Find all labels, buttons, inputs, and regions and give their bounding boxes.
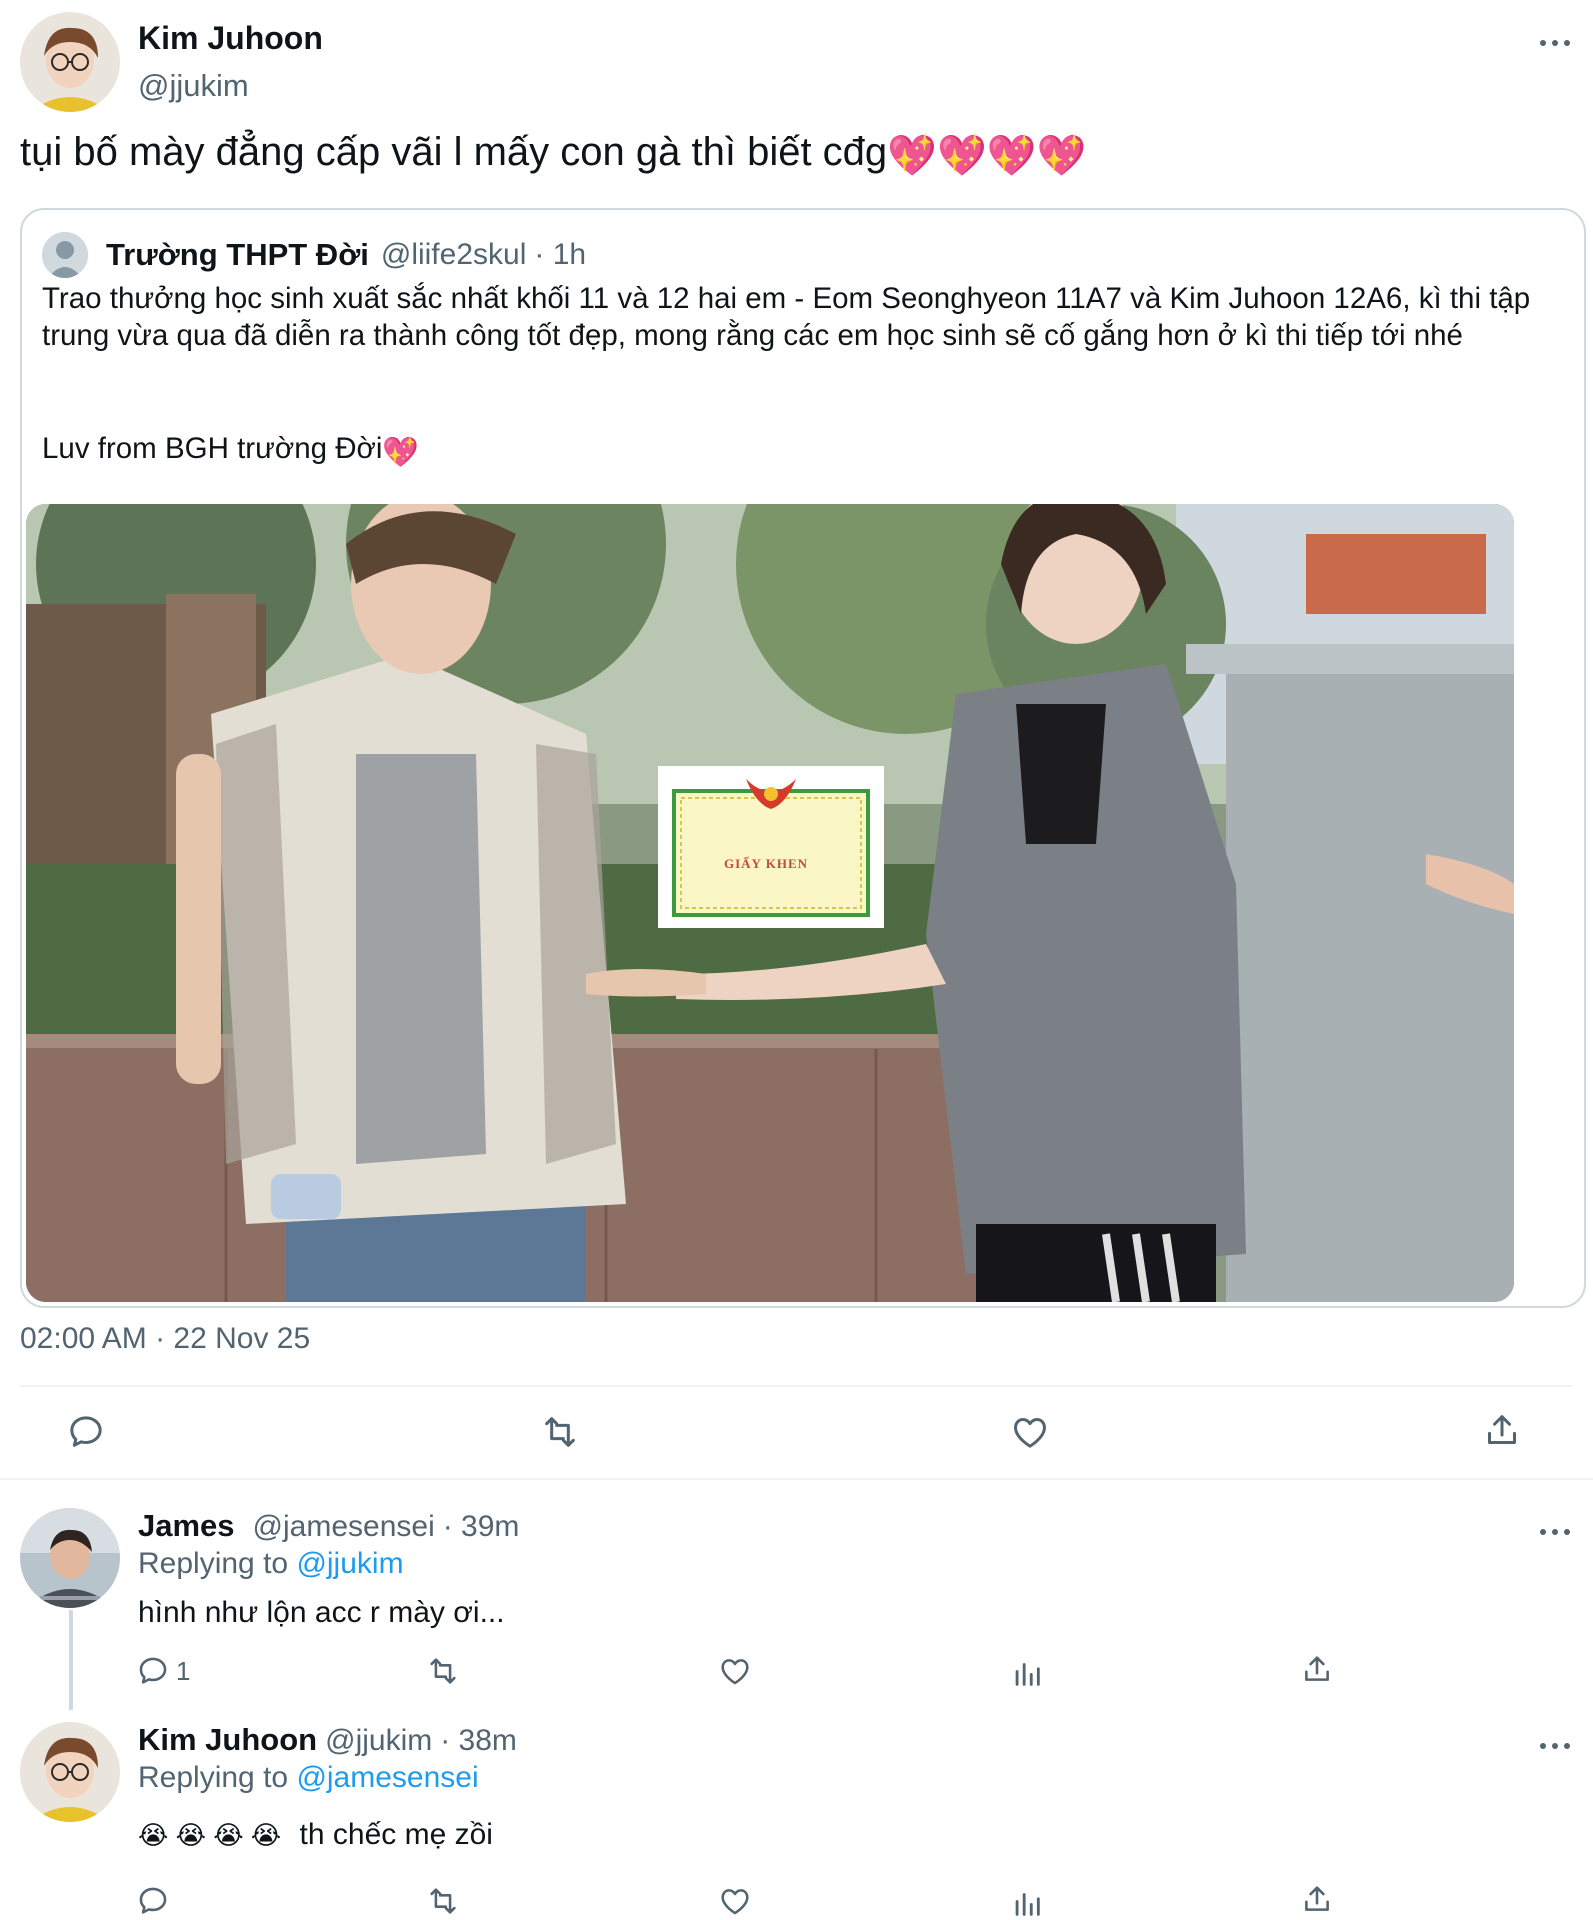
retweet-icon[interactable] bbox=[538, 1412, 582, 1452]
thread-connector bbox=[69, 1610, 73, 1710]
reply-count: 1 bbox=[176, 1655, 191, 1686]
quoted-tweet-sign: Luv from BGH trường Đời💖 bbox=[42, 432, 419, 470]
reply-author-name[interactable]: Kim Juhoon bbox=[138, 1722, 317, 1758]
heart-icon[interactable] bbox=[718, 1884, 752, 1918]
quoted-tweet-time: · 1h bbox=[534, 238, 587, 271]
quoted-author-name[interactable]: Trường THPT Đời bbox=[106, 237, 369, 273]
reply-author-handle[interactable]: @jjukim bbox=[325, 1724, 432, 1758]
reply-icon[interactable] bbox=[136, 1884, 170, 1918]
more-horizontal-icon[interactable] bbox=[1540, 38, 1570, 48]
loudly-crying-emoji: 😭 😭 😭 😭 bbox=[138, 1820, 282, 1850]
reply-avatar[interactable] bbox=[20, 1508, 120, 1608]
author-avatar[interactable] bbox=[20, 12, 120, 112]
tweet-text-body: tụi bố mày đẳng cấp vãi l mấy con gà thì… bbox=[20, 130, 888, 174]
author-name[interactable]: Kim Juhoon bbox=[138, 20, 323, 57]
replying-to: Replying to @jamesensei bbox=[138, 1761, 479, 1795]
divider bbox=[20, 1385, 1573, 1387]
reply-text: hình như lộn acc r mày ơi... bbox=[138, 1596, 505, 1629]
replying-to-label: Replying to bbox=[138, 1547, 289, 1580]
quoted-tweet-header: Trường THPT Đời @liife2skul · 1h bbox=[42, 232, 586, 278]
reply-text-body: th chếc mẹ zồi bbox=[299, 1818, 493, 1851]
reply-text: 😭 😭 😭 😭 th chếc mẹ zồi bbox=[138, 1818, 493, 1852]
quoted-tweet-sign-text: Luv from BGH trường Đời bbox=[42, 432, 383, 465]
reply-header: James @jamesensei · 39m bbox=[138, 1508, 519, 1544]
share-icon[interactable] bbox=[1300, 1652, 1334, 1686]
sparkling-heart-emoji: 💖💖💖💖 bbox=[887, 134, 1087, 178]
share-icon[interactable] bbox=[1482, 1410, 1522, 1450]
replying-to-label: Replying to bbox=[138, 1761, 289, 1794]
retweet-icon[interactable] bbox=[424, 1654, 462, 1688]
reply-author-handle[interactable]: @jamesensei bbox=[253, 1510, 435, 1544]
reply-time: · 38m bbox=[440, 1724, 517, 1757]
reply-author-name[interactable]: James bbox=[138, 1508, 235, 1544]
replying-to-handle[interactable]: @jamesensei bbox=[296, 1761, 478, 1794]
reply-icon bbox=[136, 1654, 170, 1688]
quoted-tweet-text-body: Trao thưởng học sinh xuất sắc nhất khối … bbox=[42, 282, 1531, 352]
quoted-tweet-photo[interactable]: GIẤY KHEN bbox=[26, 504, 1514, 1302]
replying-to-handle[interactable]: @jjukim bbox=[296, 1547, 403, 1580]
author-handle[interactable]: @jjukim bbox=[138, 68, 249, 104]
tweet-text: tụi bố mày đẳng cấp vãi l mấy con gà thì… bbox=[20, 130, 1086, 179]
reply-action[interactable]: 1 bbox=[136, 1654, 190, 1688]
quoted-author-avatar[interactable] bbox=[42, 232, 88, 278]
reply-icon[interactable] bbox=[66, 1412, 106, 1452]
analytics-icon[interactable] bbox=[1010, 1656, 1044, 1690]
heart-icon[interactable] bbox=[718, 1654, 752, 1688]
tweet-timestamp[interactable]: 02:00 AM · 22 Nov 25 bbox=[20, 1322, 310, 1356]
replying-to: Replying to @jjukim bbox=[138, 1547, 404, 1581]
more-horizontal-icon[interactable] bbox=[1540, 1741, 1570, 1751]
sparkling-heart-emoji: 💖 bbox=[382, 436, 420, 469]
heart-icon[interactable] bbox=[1010, 1412, 1050, 1452]
quoted-tweet-card[interactable]: Trường THPT Đời @liife2skul · 1h Trao th… bbox=[20, 208, 1586, 1308]
reply-header: Kim Juhoon @jjukim · 38m bbox=[138, 1722, 517, 1758]
more-horizontal-icon[interactable] bbox=[1540, 1527, 1570, 1537]
share-icon[interactable] bbox=[1300, 1882, 1334, 1916]
quoted-tweet-text: Trao thưởng học sinh xuất sắc nhất khối … bbox=[42, 280, 1552, 354]
reply-avatar[interactable] bbox=[20, 1722, 120, 1822]
analytics-icon[interactable] bbox=[1010, 1886, 1044, 1920]
certificate-title: GIẤY KHEN bbox=[724, 856, 808, 871]
quoted-author-handle[interactable]: @liife2skul bbox=[381, 238, 527, 272]
retweet-icon[interactable] bbox=[424, 1884, 462, 1918]
divider bbox=[0, 1478, 1593, 1480]
reply-time: · 39m bbox=[442, 1510, 520, 1543]
